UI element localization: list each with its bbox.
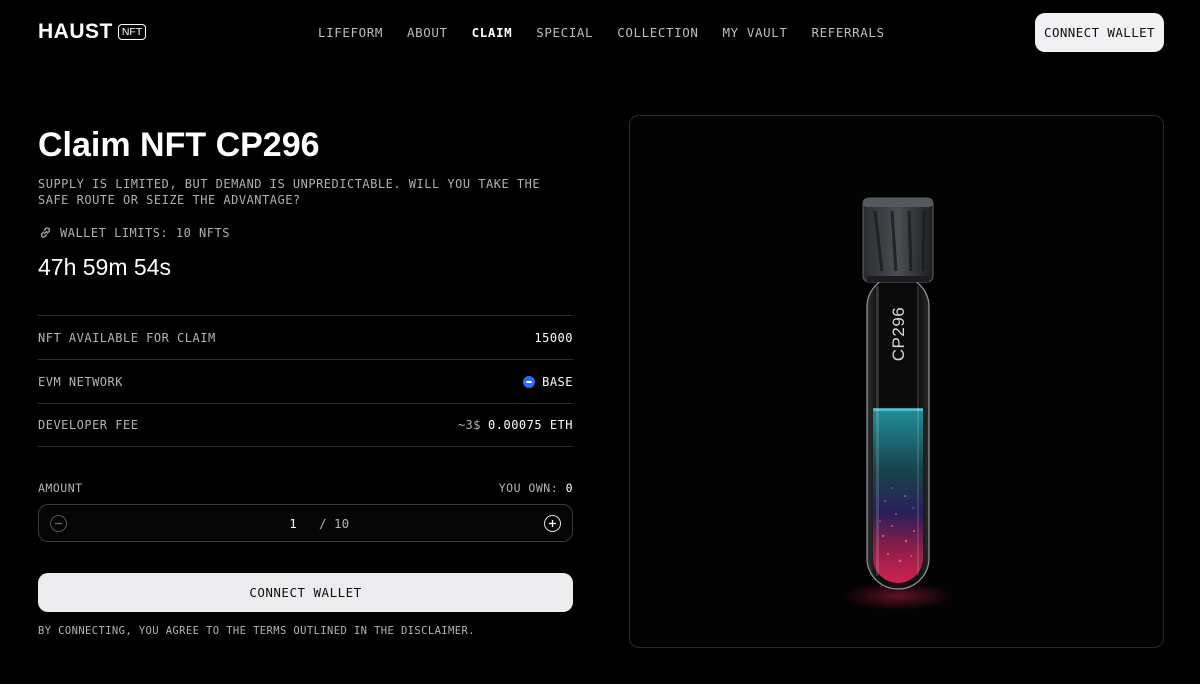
logo[interactable]: HAUST NFT	[38, 20, 147, 43]
quantity-stepper: / 10	[38, 504, 573, 542]
you-own: YOU OWN: 0	[499, 481, 573, 495]
amount-header: AMOUNT YOU OWN: 0	[38, 481, 573, 495]
nav-item-claim[interactable]: CLAIM	[472, 25, 513, 41]
info-label: EVM NETWORK	[38, 374, 123, 389]
header-connect-wallet-button[interactable]: CONNECT WALLET	[1035, 13, 1164, 52]
you-own-value: 0	[565, 481, 573, 495]
base-network-icon	[523, 375, 536, 388]
disclaimer-text: BY CONNECTING, YOU AGREE TO THE TERMS OU…	[38, 625, 475, 637]
tube-label: CP296	[889, 306, 908, 362]
amount-label: AMOUNT	[38, 481, 83, 495]
claim-page: HAUST NFT LIFEFORM ABOUT CLAIM SPECIAL C…	[0, 0, 1200, 684]
test-tube-image	[843, 197, 953, 610]
info-label: NFT AVAILABLE FOR CLAIM	[38, 330, 216, 345]
nav-item-special[interactable]: SPECIAL	[536, 25, 593, 41]
increment-button[interactable]	[544, 515, 561, 532]
plus-icon	[549, 520, 556, 527]
nav-item-lifeform[interactable]: LIFEFORM	[318, 25, 383, 41]
link-icon	[40, 227, 51, 238]
main-nav: LIFEFORM ABOUT CLAIM SPECIAL COLLECTION …	[318, 25, 885, 41]
fee-eth: 0.00075 ETH	[488, 418, 573, 432]
decrement-button[interactable]	[50, 515, 67, 532]
nav-item-collection[interactable]: COLLECTION	[617, 25, 698, 41]
info-row-network: EVM NETWORK BASE	[38, 359, 573, 403]
info-label: DEVELOPER FEE	[38, 418, 139, 432]
info-value: 15000	[534, 330, 573, 345]
nft-preview-card: CP296	[629, 115, 1164, 648]
top-navbar: HAUST NFT LIFEFORM ABOUT CLAIM SPECIAL C…	[0, 0, 1200, 66]
minus-icon	[55, 522, 62, 525]
logo-badge: NFT	[117, 24, 147, 40]
page-title: Claim NFT CP296	[38, 126, 320, 164]
network-name: BASE	[542, 374, 573, 389]
info-row-fee: DEVELOPER FEE ~3$ 0.00075 ETH	[38, 403, 573, 447]
info-row-available: NFT AVAILABLE FOR CLAIM 15000	[38, 315, 573, 359]
countdown-timer: 47h 59m 54s	[38, 254, 171, 280]
quantity-max: / 10	[319, 516, 350, 531]
info-value-fee: ~3$ 0.00075 ETH	[458, 418, 573, 432]
nav-item-referrals[interactable]: REFERRALS	[811, 25, 884, 41]
nav-item-my-vault[interactable]: MY VAULT	[722, 25, 787, 41]
info-value-network: BASE	[523, 375, 573, 389]
nav-item-about[interactable]: ABOUT	[407, 25, 448, 41]
wallet-limits: WALLET LIMITS: 10 NFTS	[38, 225, 230, 240]
you-own-label: YOU OWN:	[498, 481, 559, 495]
logo-text: HAUST	[38, 20, 113, 43]
wallet-limits-text: WALLET LIMITS: 10 NFTS	[60, 225, 230, 240]
claim-info-table: NFT AVAILABLE FOR CLAIM 15000 EVM NETWOR…	[38, 315, 573, 447]
connect-wallet-button[interactable]: CONNECT WALLET	[38, 573, 573, 612]
fee-usd: ~3$	[457, 418, 482, 432]
quantity-input[interactable]	[283, 516, 303, 531]
claim-description: SUPPLY IS LIMITED, BUT DEMAND IS UNPREDI…	[38, 177, 541, 207]
